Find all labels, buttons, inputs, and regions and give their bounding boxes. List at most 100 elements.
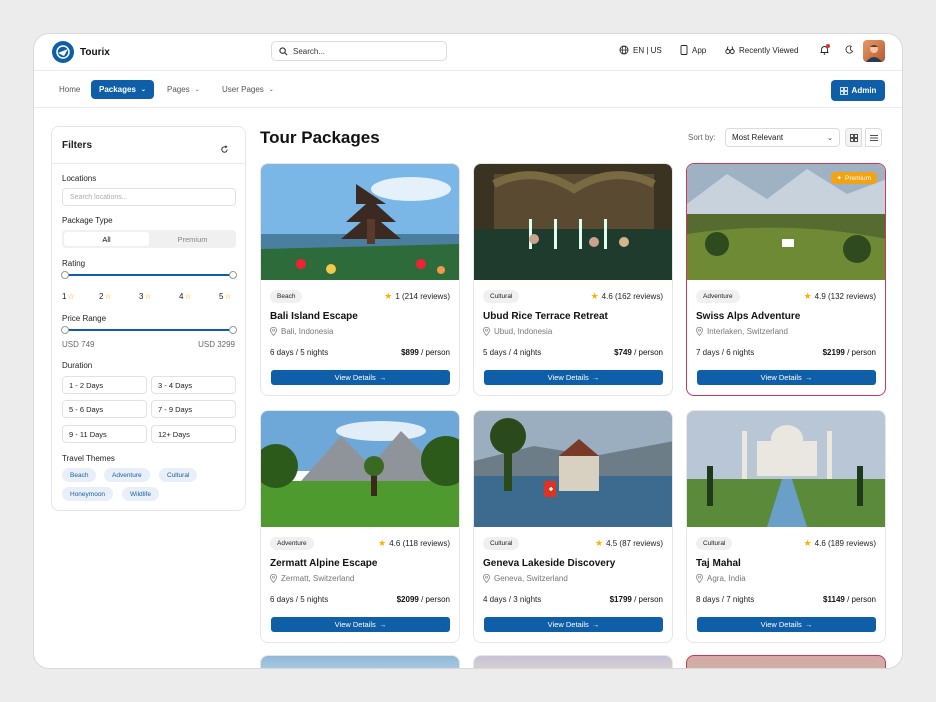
nav-packages-label: Packages (99, 85, 136, 94)
rating-label: Rating (62, 259, 86, 268)
theme-chip[interactable]: Wildlife (122, 487, 159, 501)
duration-option[interactable]: 3 - 4 Days (151, 376, 236, 394)
rating-option-4[interactable]: 4 ☆ (179, 292, 192, 301)
package-card-partial[interactable] (260, 655, 460, 668)
grid-view-button[interactable] (845, 128, 862, 147)
duration: 7 days / 6 nights (696, 348, 755, 357)
app-link[interactable]: App (680, 45, 706, 55)
package-card[interactable]: ✦ Premium Adventure ★ 4.9 (132 reviews) Swiss… (686, 163, 886, 396)
package-name[interactable]: Geneva Lakeside Discovery (483, 558, 615, 569)
search-placeholder: Search... (293, 46, 326, 56)
duration-option[interactable]: 12+ Days (151, 425, 236, 443)
nav-home[interactable]: Home (59, 80, 80, 99)
nav-pages-label: Pages (167, 85, 190, 94)
package-card[interactable]: Cultural ★ 4.6 (162 reviews) Ubud Rice Terr… (473, 163, 673, 396)
search-icon (279, 46, 288, 55)
rating-text: 4.5 (87 reviews) (606, 539, 663, 548)
price-range-label: Price Range (62, 314, 107, 323)
nav-bar: Home Packages ⌄ Pages ⌄ User Pages ⌄ Admin (34, 71, 902, 108)
package-name[interactable]: Swiss Alps Adventure (696, 311, 800, 322)
view-details-button[interactable]: View Details → (697, 370, 876, 385)
price-slider-min-handle[interactable] (61, 326, 69, 334)
notifications-button[interactable] (820, 44, 830, 57)
price-slider-max-handle[interactable] (229, 326, 237, 334)
nav-home-label: Home (59, 85, 81, 94)
package-card-partial[interactable] (686, 655, 886, 668)
admin-button[interactable]: Admin (831, 80, 885, 101)
package-card-partial[interactable] (473, 655, 673, 668)
list-view-button[interactable] (865, 128, 882, 147)
theme-chip[interactable]: Honeymoon (62, 487, 114, 501)
nav-packages[interactable]: Packages ⌄ (91, 80, 154, 99)
star-icon: ★ (595, 538, 604, 548)
reset-icon[interactable] (220, 141, 229, 159)
duration-label: Duration (62, 361, 93, 370)
view-details-button[interactable]: View Details → (697, 617, 876, 632)
star-icon: ☆ (224, 292, 232, 301)
package-image[interactable] (474, 411, 672, 527)
page-title: Tour Packages (260, 128, 380, 147)
package-name[interactable]: Zermatt Alpine Escape (270, 558, 377, 569)
location-text: Interlaken, Switzerland (707, 327, 788, 336)
location-text: Ubud, Indonesia (494, 327, 553, 336)
search-input[interactable]: Search... (271, 41, 447, 61)
package-card[interactable]: Cultural ★ 4.5 (87 reviews) Geneva Lakeside… (473, 410, 673, 643)
package-type-label: Package Type (62, 216, 113, 225)
star-icon: ★ (384, 291, 393, 301)
duration-option[interactable]: 1 - 2 Days (62, 376, 147, 394)
rating-option-3[interactable]: 3 ☆ (139, 292, 152, 301)
rating-slider-max-handle[interactable] (229, 271, 237, 279)
recently-viewed-label: Recently Viewed (739, 45, 799, 55)
theme-chip[interactable]: Adventure (104, 468, 150, 482)
package-name[interactable]: Ubud Rice Terrace Retreat (483, 311, 608, 322)
price-value: $1149 (823, 595, 845, 604)
package-name[interactable]: Taj Mahal (696, 558, 741, 569)
map-pin-icon (483, 574, 490, 583)
recently-viewed-link[interactable]: Recently Viewed (725, 45, 798, 55)
view-details-label: View Details (547, 620, 589, 629)
duration-option[interactable]: 5 - 6 Days (62, 400, 147, 418)
rating-option-1[interactable]: 1 ☆ (62, 292, 75, 301)
nav-pages[interactable]: Pages ⌄ (167, 80, 200, 99)
package-image[interactable] (261, 164, 459, 280)
view-details-button[interactable]: View Details → (271, 370, 450, 385)
package-type-premium[interactable]: Premium (151, 232, 234, 246)
duration-option[interactable]: 7 - 9 Days (151, 400, 236, 418)
location-search-input[interactable]: Search locations... (62, 188, 236, 206)
view-details-button[interactable]: View Details → (484, 370, 663, 385)
location-text: Zermatt, Switzerland (281, 574, 355, 583)
sort-select[interactable]: Most Relevant ⌄ (725, 128, 840, 147)
theme-chip[interactable]: Cultural (159, 468, 198, 482)
crown-icon: ✦ (836, 175, 842, 182)
brand[interactable]: Tourix (52, 41, 110, 63)
package-card[interactable]: Cultural ★ 4.6 (189 reviews) Taj Mahal Agra,… (686, 410, 886, 643)
price-value: $749 (614, 348, 632, 357)
nav-user-pages-label: User Pages (222, 85, 264, 94)
avatar[interactable] (863, 40, 885, 62)
price-value: $2099 (396, 595, 419, 604)
nav-user-pages[interactable]: User Pages ⌄ (222, 80, 274, 99)
rating-text: 4.6 (189 reviews) (814, 539, 876, 548)
logo-icon (52, 41, 74, 63)
admin-label: Admin (851, 86, 877, 95)
duration-option[interactable]: 9 - 11 Days (62, 425, 147, 443)
theme-chip[interactable]: Beach (62, 468, 97, 482)
view-details-button[interactable]: View Details → (484, 617, 663, 632)
rating-option-2[interactable]: 2 ☆ (99, 292, 112, 301)
package-type-all[interactable]: All (64, 232, 149, 246)
package-image[interactable] (474, 164, 672, 280)
package-card[interactable]: Beach ★ 1 (214 reviews) Bali Island Escape B… (260, 163, 460, 396)
category-tag: Adventure (696, 290, 740, 303)
view-details-button[interactable]: View Details → (271, 617, 450, 632)
theme-toggle[interactable] (845, 45, 854, 54)
package-card[interactable]: Adventure ★ 4.6 (118 reviews) Zermatt Alpin… (260, 410, 460, 643)
rating-slider[interactable] (61, 271, 237, 279)
price-slider[interactable] (61, 326, 237, 334)
package-name[interactable]: Bali Island Escape (270, 311, 358, 322)
language-selector[interactable]: EN | US (619, 45, 662, 55)
package-image[interactable] (687, 411, 885, 527)
star-icon: ☆ (104, 292, 112, 301)
rating-slider-min-handle[interactable] (61, 271, 69, 279)
package-image[interactable] (261, 411, 459, 527)
rating-option-5[interactable]: 5 ☆ (219, 292, 232, 301)
